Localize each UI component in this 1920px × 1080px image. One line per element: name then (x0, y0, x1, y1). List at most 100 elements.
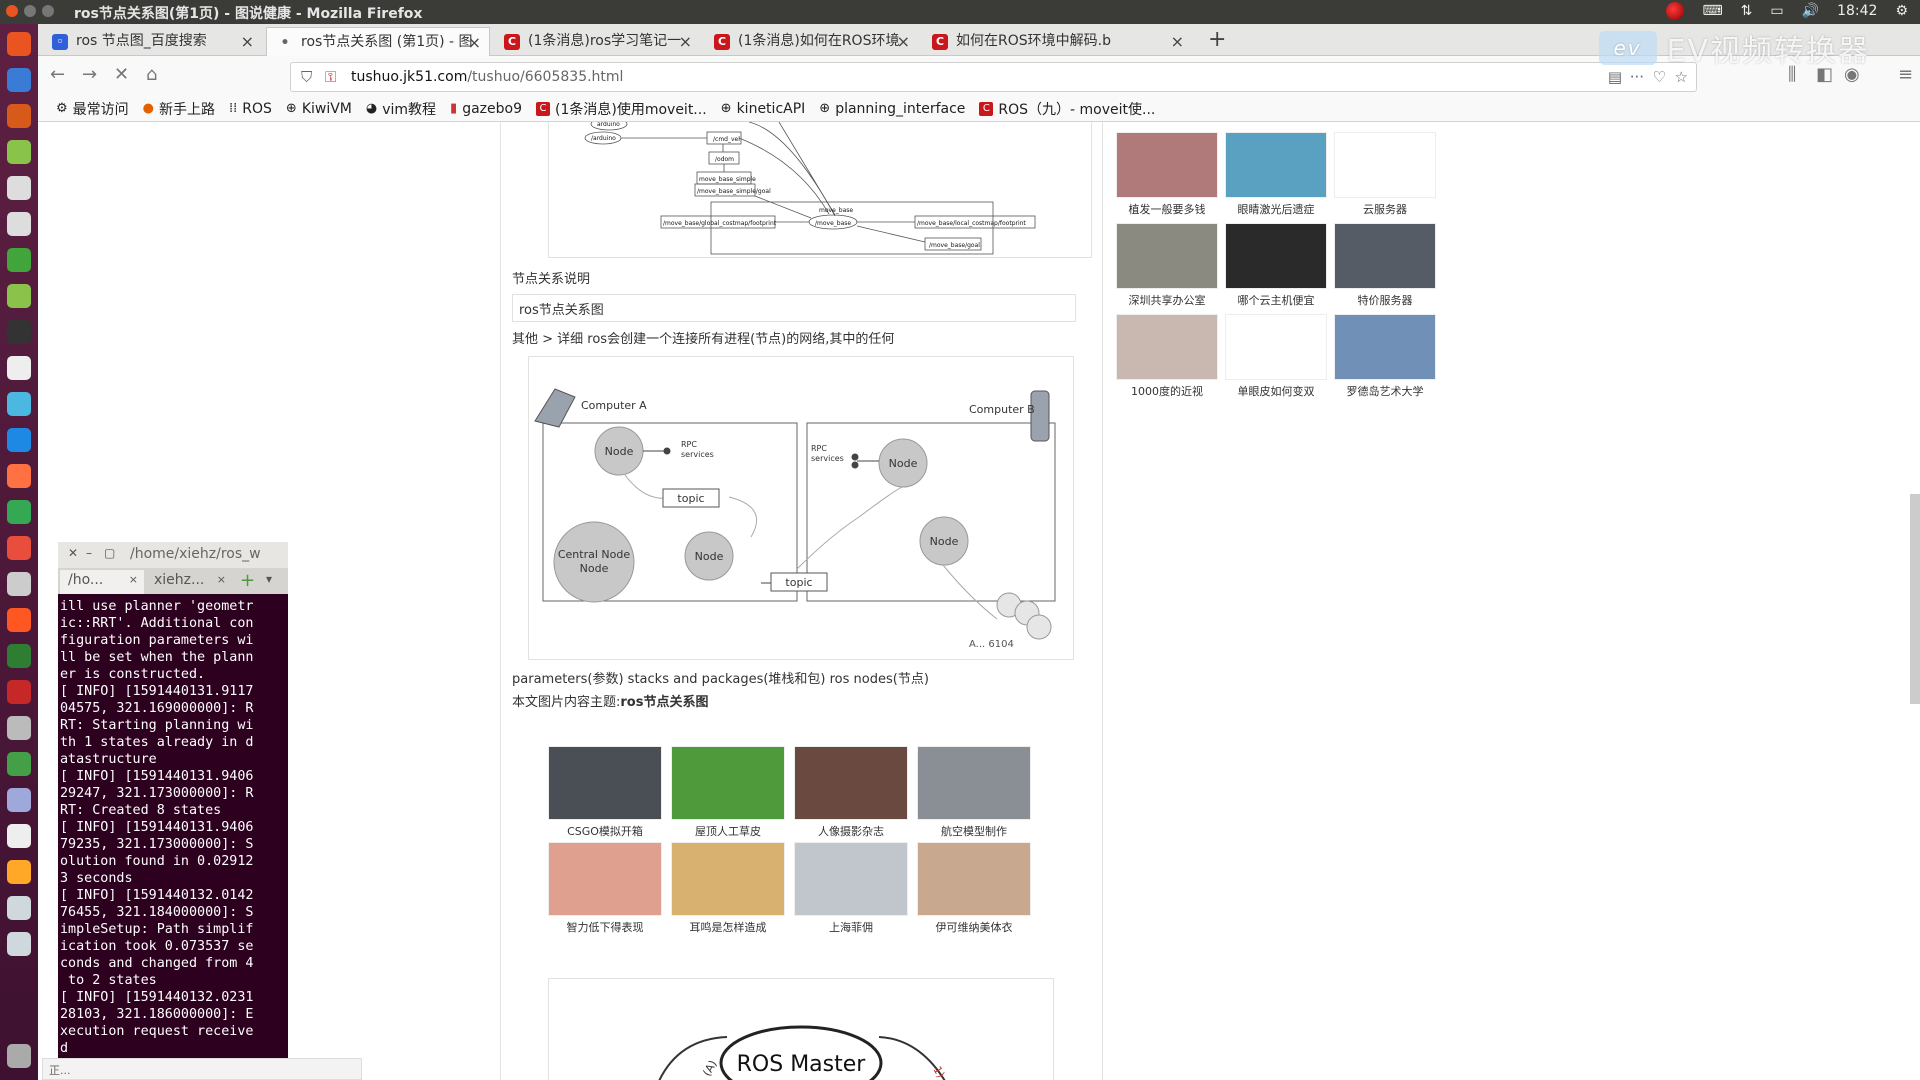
forward-arrow-icon[interactable]: → (82, 64, 97, 85)
launcher-app-icon[interactable] (7, 356, 31, 380)
launcher-app-icon[interactable] (7, 212, 31, 236)
thumbnail-caption[interactable]: CSGO模拟开箱 (548, 823, 662, 839)
menu-icon[interactable]: ≡ (1898, 64, 1913, 85)
thumbnail-caption[interactable]: 人像摄影杂志 (794, 823, 908, 839)
tab-current-page[interactable]: • ros节点关系图 (第1页) - 图 × (266, 27, 490, 56)
tab-csdn-2[interactable]: C (1条消息)如何在ROS环境 × (704, 27, 918, 56)
thumbnail-link[interactable]: 云服务器 (1334, 132, 1436, 217)
bookmark-item[interactable]: ⊕ planning_interface (819, 101, 965, 117)
launcher-app-icon[interactable] (7, 428, 31, 452)
new-tab-button[interactable]: + (1208, 27, 1226, 52)
new-terminal-tab-icon[interactable]: + (240, 570, 255, 591)
thumbnail-image[interactable] (548, 842, 662, 916)
battery-icon[interactable]: ▭ (1770, 3, 1783, 19)
terminal-output[interactable]: ill use planner 'geometr ic::RRT'. Addit… (60, 598, 286, 1078)
thumbnail-link[interactable]: 特价服务器 (1334, 223, 1436, 308)
terminal-window[interactable]: ✕ – ▢ /home/xiehz/ros_w /ho... × xiehz..… (58, 542, 288, 1080)
thumbnail-caption[interactable]: 罗德岛艺术大学 (1334, 383, 1436, 399)
close-tab-icon[interactable]: × (679, 27, 692, 56)
launcher-app-icon[interactable] (7, 788, 31, 812)
trash-icon[interactable] (7, 1044, 31, 1068)
close-tab-icon[interactable]: × (217, 573, 226, 586)
thumbnail-link[interactable]: 伊可维纳美体衣 (917, 842, 1031, 935)
launcher-app-icon[interactable] (7, 644, 31, 668)
bookmark-item[interactable]: ⊕ kineticAPI (721, 101, 806, 117)
launcher-app-icon[interactable] (7, 932, 31, 956)
thumbnail-image[interactable] (1225, 223, 1327, 289)
launcher-app-icon[interactable] (7, 860, 31, 884)
close-tab-icon[interactable]: × (241, 27, 254, 56)
thumbnail-caption[interactable]: 单眼皮如何变双 (1225, 383, 1327, 399)
stop-icon[interactable]: ✕ (114, 64, 129, 85)
close-tab-icon[interactable]: × (468, 28, 481, 56)
launcher-app-icon[interactable] (7, 176, 31, 200)
network-icon[interactable]: ⇅ (1741, 3, 1753, 19)
tab-baidu-search[interactable]: ◦ ros 节点图_百度搜索 × (42, 27, 262, 56)
thumbnail-link[interactable]: 深圳共享办公室 (1116, 223, 1218, 308)
thumbnail-caption[interactable]: 深圳共享办公室 (1116, 292, 1218, 308)
thumbnail-image[interactable] (671, 746, 785, 820)
launcher-app-icon[interactable] (7, 716, 31, 740)
launcher-app-icon[interactable] (7, 392, 31, 416)
chevron-down-icon[interactable]: ▾ (266, 572, 272, 586)
thumbnail-link[interactable]: 罗德岛艺术大学 (1334, 314, 1436, 399)
home-icon[interactable]: ⌂ (146, 64, 157, 85)
thumbnail-caption[interactable]: 植发一般要多钱 (1116, 201, 1218, 217)
thumbnail-image[interactable] (794, 842, 908, 916)
launcher-app-icon[interactable] (7, 752, 31, 776)
launcher-app-icon[interactable] (7, 572, 31, 596)
maximize-window-button[interactable] (42, 5, 54, 17)
volume-icon[interactable]: 🔊 (1802, 3, 1819, 19)
thumbnail-caption[interactable]: 哪个云主机便宜 (1225, 292, 1327, 308)
thumbnail-link[interactable]: 眼睛激光后遗症 (1225, 132, 1327, 217)
thumbnail-caption[interactable]: 耳鸣是怎样造成 (671, 919, 785, 935)
launcher-app-icon[interactable] (7, 536, 31, 560)
thumbnail-caption[interactable]: 云服务器 (1334, 201, 1436, 217)
thumbnail-image[interactable] (1225, 132, 1327, 198)
launcher-app-icon[interactable] (7, 680, 31, 704)
thumbnail-image[interactable] (548, 746, 662, 820)
thumbnail-caption[interactable]: 智力低下得表现 (548, 919, 662, 935)
thumbnail-image[interactable] (794, 746, 908, 820)
thumbnail-image[interactable] (1334, 132, 1436, 198)
bookmark-item[interactable]: C (1条消息)使用moveit... (536, 99, 707, 119)
minimize-icon[interactable]: – (86, 546, 92, 560)
thumbnail-link[interactable]: 哪个云主机便宜 (1225, 223, 1327, 308)
thumbnail-link[interactable]: 上海菲佣 (794, 842, 908, 935)
bookmark-item[interactable]: ⁞⁞ ROS (229, 101, 272, 117)
launcher-app-icon[interactable] (7, 248, 31, 272)
thumbnail-image[interactable] (671, 842, 785, 916)
settings-gear-icon[interactable]: ⚙ (1895, 3, 1908, 19)
pocket-icon[interactable]: ♡ (1653, 68, 1666, 86)
close-tab-icon[interactable]: × (129, 573, 138, 586)
thumbnail-link[interactable]: 人像摄影杂志 (794, 746, 908, 839)
page-scrollbar[interactable] (1910, 494, 1920, 704)
record-indicator-icon[interactable] (1666, 2, 1685, 20)
maximize-icon[interactable]: ▢ (104, 546, 115, 560)
thumbnail-caption[interactable]: 航空模型制作 (917, 823, 1031, 839)
bookmark-item[interactable]: ⊕ KiwiVM (286, 101, 352, 117)
thumbnail-caption[interactable]: 特价服务器 (1334, 292, 1436, 308)
clock[interactable]: 18:42 (1837, 3, 1877, 19)
launcher-app-icon[interactable] (7, 500, 31, 524)
bookmark-item[interactable]: C ROS（九）- moveit使... (979, 99, 1155, 119)
close-tab-icon[interactable]: × (897, 27, 910, 56)
thumbnail-image[interactable] (1334, 223, 1436, 289)
launcher-app-icon[interactable] (7, 320, 31, 344)
thumbnail-link[interactable]: 1000度的近视 (1116, 314, 1218, 399)
tab-csdn-3[interactable]: C 如何在ROS环境中解码.b × (922, 27, 1192, 56)
thumbnail-image[interactable] (1116, 314, 1218, 380)
back-arrow-icon[interactable]: ← (50, 64, 65, 85)
thumbnail-image[interactable] (917, 746, 1031, 820)
thumbnail-link[interactable]: 智力低下得表现 (548, 842, 662, 935)
launcher-app-icon[interactable] (7, 824, 31, 848)
reader-view-icon[interactable]: ▤ (1608, 68, 1622, 86)
breadcrumb-other[interactable]: 其他 > 详细 ros会创建一个连接所有进程(节点)的网络,其中的任何 (512, 328, 894, 347)
launcher-app-icon[interactable] (7, 32, 31, 56)
thumbnail-link[interactable]: 航空模型制作 (917, 746, 1031, 839)
minimize-window-button[interactable] (24, 5, 36, 17)
bookmark-item[interactable]: ▮ gazebo9 (450, 101, 522, 117)
bookmark-item[interactable]: ◕ vim教程 (366, 99, 436, 119)
thumbnail-image[interactable] (1225, 314, 1327, 380)
bookmark-item[interactable]: ⚙ 最常访问 (56, 99, 129, 119)
